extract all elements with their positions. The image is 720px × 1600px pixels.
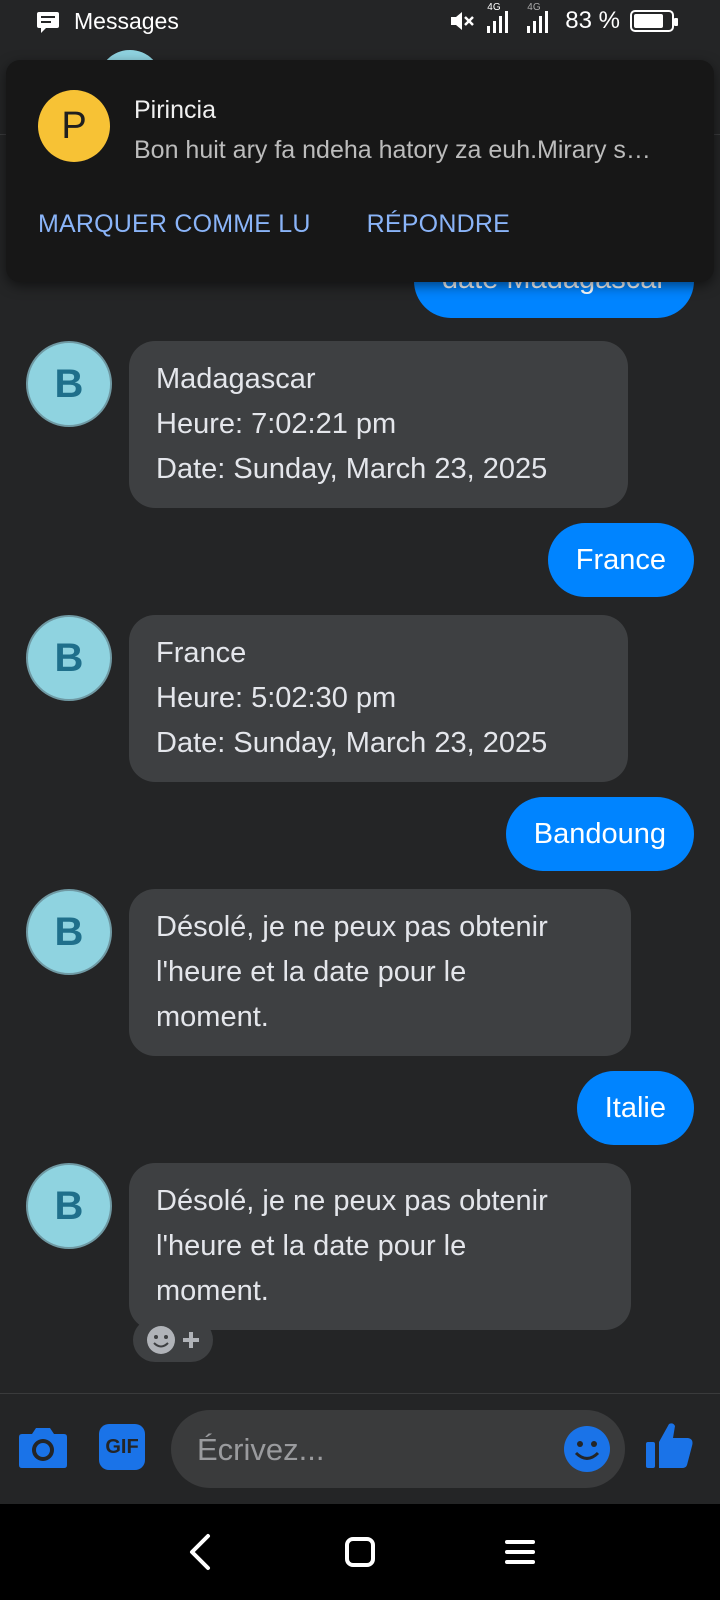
notification-avatar: P [38,90,110,162]
status-bar: Messages 4G 4G 83 % [0,0,720,46]
signal-1: 4G [485,2,515,36]
message-line: Désolé, je ne peux pas obtenir [156,1185,548,1217]
home-icon[interactable] [344,1536,376,1568]
outgoing-message[interactable]: France [547,523,694,597]
message-line: Madagascar [156,363,316,395]
incoming-message[interactable]: Madagascar Heure: 7:02:21 pm Date: Sunda… [129,341,628,508]
messages-notification-icon [37,11,59,33]
bot-avatar[interactable]: B [26,341,112,427]
message-line: Heure: 7:02:21 pm [156,408,397,440]
thumbs-up-icon [646,1423,693,1468]
message-text: France [575,543,666,576]
reply-button[interactable]: RÉPONDRE [367,210,510,239]
message-composer: GIF [0,1394,720,1504]
gif-button[interactable]: GIF [99,1424,145,1470]
outgoing-message[interactable]: Italie [576,1071,694,1145]
message-line: moment. [156,1001,269,1033]
message-text: Italie [604,1091,666,1124]
battery-percentage: 83 % [565,7,620,34]
message-line: l'heure et la date pour le [156,956,467,988]
message-line: Heure: 5:02:30 pm [156,682,397,714]
message-line: moment. [156,1275,269,1307]
status-app-label: Messages [74,8,179,34]
battery-fill [634,14,664,28]
emoji-button[interactable] [563,1425,611,1473]
add-reaction-button[interactable] [133,1318,213,1362]
back-icon[interactable] [186,1532,214,1572]
incoming-message[interactable]: Désolé, je ne peux pas obtenir l'heure e… [129,889,631,1056]
battery-icon [630,10,678,32]
bot-avatar[interactable]: B [26,889,112,975]
message-line: Date: Sunday, March 23, 2025 [156,727,548,759]
notification-sender: Pirincia [134,96,216,124]
outgoing-message[interactable]: Bandoung [505,797,694,871]
emoji-icon [564,1426,610,1472]
mute-icon [451,12,475,30]
bot-avatar[interactable]: B [26,615,112,701]
smiley-icon [147,1326,175,1354]
camera-icon [19,1428,67,1468]
message-input-container [171,1410,625,1490]
signal-icon [487,11,509,33]
like-button[interactable] [642,1418,696,1472]
message-notification[interactable]: P Pirincia Bon huit ary fa ndeha hatory … [6,60,714,282]
notification-preview: Bon huit ary fa ndeha hatory za euh.Mira… [134,136,651,164]
signal-icon [527,11,549,33]
message-line: Date: Sunday, March 23, 2025 [156,453,548,485]
gif-label: GIF [105,1435,139,1458]
message-line: l'heure et la date pour le [156,1230,467,1262]
mark-as-read-button[interactable]: MARQUER COMME LU [38,210,311,239]
message-input[interactable] [195,1410,529,1490]
incoming-message[interactable]: France Heure: 5:02:30 pm Date: Sunday, M… [129,615,628,782]
camera-button[interactable] [18,1424,68,1470]
message-line: France [156,637,247,669]
recents-menu-icon[interactable] [504,1538,536,1566]
plus-icon [183,1332,199,1348]
incoming-message[interactable]: Désolé, je ne peux pas obtenir l'heure e… [129,1163,631,1330]
message-text: Bandoung [533,817,666,850]
message-line: Désolé, je ne peux pas obtenir [156,911,548,943]
system-navigation-bar [0,1504,720,1600]
bot-avatar[interactable]: B [26,1163,112,1249]
signal-2: 4G [525,2,555,36]
